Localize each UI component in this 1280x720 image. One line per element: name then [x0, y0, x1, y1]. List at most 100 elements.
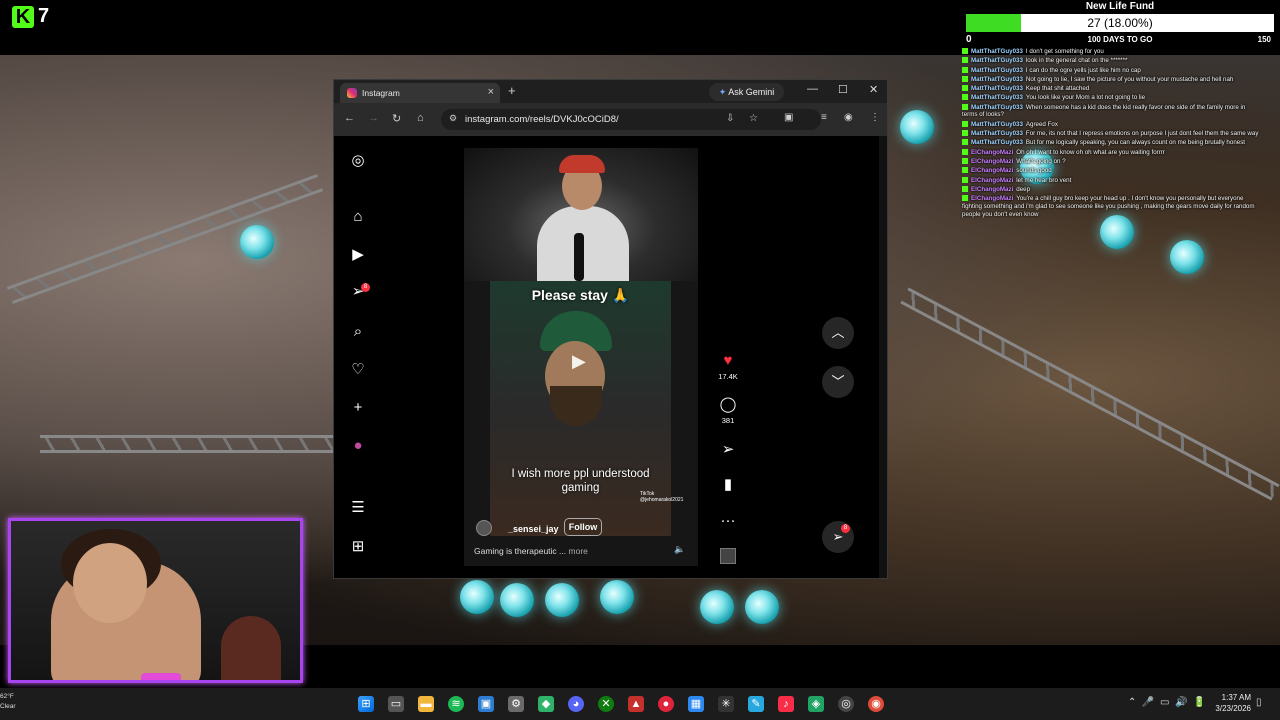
chevron-up-icon: ︿ [831, 325, 845, 340]
notifications-nav-icon[interactable]: ♡ [348, 360, 368, 380]
author-avatar[interactable] [476, 520, 492, 536]
fund-days-label: 100 DAYS TO GO [1087, 35, 1153, 44]
chat-text: Not going to lie, I saw the picture of y… [1025, 75, 1234, 83]
audio-thumbnail[interactable] [718, 548, 738, 564]
stage-light [1100, 215, 1134, 249]
also-from-meta-icon[interactable]: ⊞ [348, 537, 368, 557]
chat-username: ElChangoMazi [971, 148, 1014, 156]
instagram-logo-icon[interactable]: ◎ [348, 151, 368, 171]
close-tab-icon[interactable]: × [488, 86, 494, 98]
follow-button[interactable]: Follow [564, 518, 602, 536]
previous-reel-button[interactable]: ︿ [822, 317, 854, 349]
star-app-icon[interactable]: ✳ [718, 696, 734, 712]
chat-username: MattThatTGuy033 [971, 66, 1023, 74]
reel-description[interactable]: Gaming is therapeutic ... more [474, 546, 588, 556]
weather-widget[interactable]: 62°F Clear [0, 692, 16, 712]
app-green-icon[interactable]: ◆ [538, 696, 554, 712]
ask-gemini-button[interactable]: ✦ Ask Gemini [709, 83, 784, 101]
back-icon[interactable]: ← [344, 112, 355, 124]
discord-icon[interactable]: ◕ [568, 696, 584, 712]
more-link[interactable]: more [569, 546, 588, 556]
kick-badge-icon [962, 48, 968, 54]
reel-caption-bottom: I wish more ppl understood gaming [511, 468, 650, 494]
browser-menu-icon[interactable]: ⋮ [870, 112, 880, 123]
profile-nav-icon[interactable]: ● [348, 436, 368, 456]
new-tab-icon[interactable]: + [508, 83, 516, 98]
obs-record-icon[interactable]: ● [658, 696, 674, 712]
close-window-icon[interactable]: ✕ [869, 83, 878, 96]
chat-text: You look like your Mom a lot not going t… [1025, 94, 1146, 102]
maximize-icon[interactable]: ☐ [838, 83, 848, 96]
gemini-icon: ✦ [718, 87, 727, 97]
photos-icon[interactable]: ▦ [688, 696, 704, 712]
system-tray[interactable]: ⌃ 🎤 ▭ 🔊 🔋 [1128, 697, 1205, 708]
profile-icon[interactable]: ◉ [844, 112, 853, 123]
stage-truss [900, 287, 1280, 501]
forward-icon[interactable]: → [368, 112, 379, 124]
play-icon[interactable]: ▶ [572, 351, 586, 372]
chat-message: ElChangoMazi You're a chill guy bro keep … [962, 195, 1262, 218]
chat-username: ElChangoMazi [971, 157, 1014, 165]
xbox-icon[interactable]: ✕ [598, 696, 614, 712]
reels-nav-icon[interactable]: ▶ [348, 245, 368, 265]
more-menu-icon[interactable]: ☰ [348, 498, 368, 518]
install-app-icon[interactable]: ⇩ [726, 113, 734, 124]
search-nav-icon[interactable]: ⌕ [348, 322, 368, 342]
share-button[interactable]: ➢ [718, 441, 738, 459]
settings-icon[interactable]: ⚙ [508, 696, 524, 712]
save-button[interactable]: ▮ [718, 476, 738, 494]
home-nav-icon[interactable]: ⌂ [348, 207, 368, 227]
chat-username: MattThatTGuy033 [971, 85, 1023, 93]
author-name[interactable]: _sensei_jay [508, 524, 559, 534]
task-view-icon[interactable]: ▭ [388, 696, 404, 712]
comment-count: 381 [721, 416, 735, 425]
volume-icon[interactable]: 🔈 [674, 544, 685, 555]
chat-message: MattThatTGuy033 For me, its not that I re… [962, 130, 1262, 138]
chat-message: ElChangoMazi let me hear bro vent [962, 176, 1262, 185]
address-bar[interactable]: ⚙ instagram.com/reels/DVKJ0cOCiD8/ ⇩ ☆ [441, 109, 821, 130]
webcam-background-person [221, 616, 281, 680]
comment-button[interactable]: ◯ 381 [718, 396, 738, 425]
chrome-icon[interactable]: ◉ [868, 696, 884, 712]
stage-light [240, 225, 274, 259]
spotify-icon[interactable]: ≋ [448, 696, 464, 712]
windows-start-icon[interactable]: ⊞ [358, 696, 374, 712]
heart-icon: ♥ [723, 352, 733, 369]
obs-icon[interactable]: ◎ [838, 696, 854, 712]
reel-video[interactable]: Please stay 🙏 ▶ I wish more ppl understo… [464, 148, 698, 566]
ellipsis-icon: ··· [720, 512, 736, 529]
notes-icon[interactable]: ✎ [748, 696, 764, 712]
file-explorer-icon[interactable]: ▬ [418, 696, 434, 712]
site-info-icon[interactable]: ⚙ [449, 113, 457, 124]
app-teal-icon[interactable]: ◈ [808, 696, 824, 712]
scrollbar[interactable] [879, 136, 887, 578]
chat-username: ElChangoMazi [971, 167, 1014, 175]
tab-search-icon[interactable]: ≡ [821, 112, 827, 123]
chevron-down-icon: ﹀ [831, 374, 845, 389]
kick-badge-icon [962, 94, 968, 101]
stage-light [545, 583, 579, 617]
address-row: ← → ↻ ⌂ ⚙ instagram.com/reels/DVKJ0cOCiD… [334, 103, 887, 136]
like-button[interactable]: ♥ 17.4K [718, 352, 738, 381]
chat-text: For me, its not that I repress emotions … [1025, 130, 1259, 138]
chat-username: MattThatTGuy033 [971, 75, 1023, 83]
clock[interactable]: 1:37 AM 3/23/2026 [1205, 692, 1251, 714]
chat-username: MattThatTGuy033 [971, 139, 1023, 147]
minimize-icon[interactable]: — [807, 83, 818, 95]
reading-mode-icon[interactable]: ▣ [784, 112, 793, 123]
app-icon[interactable]: ▣ [478, 696, 494, 712]
music-icon[interactable]: ♪ [778, 696, 794, 712]
notification-bell-icon[interactable]: ▯ [1256, 697, 1262, 708]
reload-icon[interactable]: ↻ [392, 112, 401, 125]
more-options-button[interactable]: ··· [718, 512, 738, 530]
chat-text: deep [1016, 185, 1031, 193]
stage-light [500, 583, 534, 617]
tab-instagram[interactable]: Instagram × [340, 83, 500, 103]
app-red-icon[interactable]: ▲ [628, 696, 644, 712]
home-icon[interactable]: ⌂ [417, 112, 424, 124]
create-nav-icon[interactable]: + [348, 398, 368, 418]
clock-date: 3/23/2026 [1215, 704, 1251, 713]
reel-caption-top: Please stay 🙏 [531, 287, 630, 303]
next-reel-button[interactable]: ﹀ [822, 366, 854, 398]
bookmark-star-icon[interactable]: ☆ [749, 113, 758, 124]
